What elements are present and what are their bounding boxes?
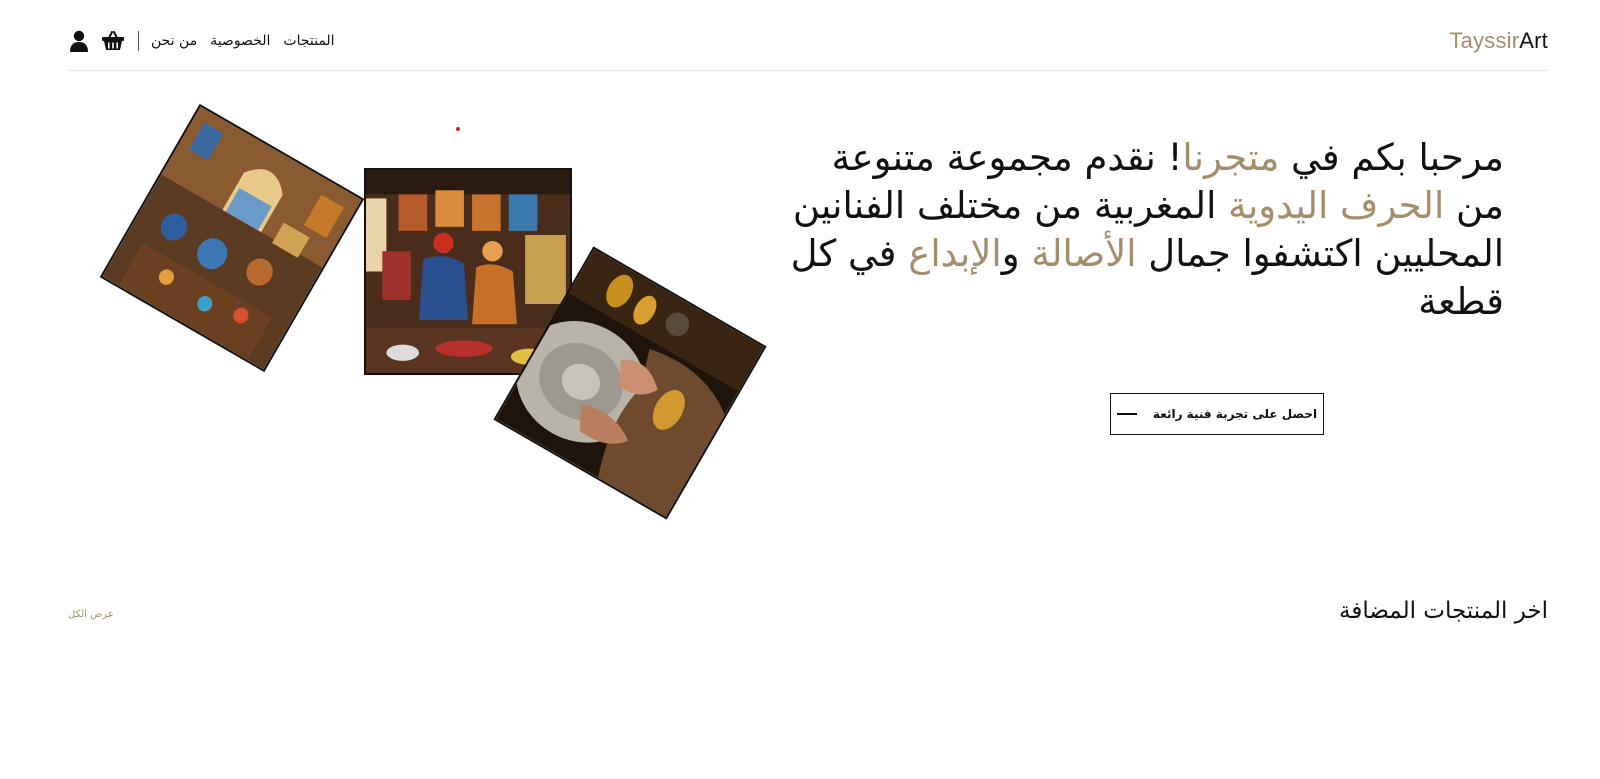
user-icon[interactable] <box>68 28 90 54</box>
view-all-link[interactable]: عرض الكل <box>68 609 114 620</box>
cart-icon[interactable] <box>102 28 124 54</box>
main-nav: المنتجات الخصوصية من نحن <box>151 33 335 49</box>
header-actions: المنتجات الخصوصية من نحن <box>68 24 335 58</box>
header-divider <box>138 31 139 51</box>
nav-item-products[interactable]: المنتجات <box>283 33 334 49</box>
hero-highlight-text: الأصالة <box>1031 232 1137 275</box>
site-header: المنتجات الخصوصية من نحن TayssirArt <box>68 0 1548 71</box>
hero-heading: مرحبا بكم في متجرنا! نقدم مجموعة متنوعة … <box>784 134 1504 326</box>
hero-highlight-text: الحرف اليدوية <box>1228 184 1445 227</box>
latest-products-title: اخر المنتجات المضافة <box>1339 598 1548 624</box>
hero-text: مرحبا بكم في <box>1279 136 1504 179</box>
cta-button-label: احصل على تجربة فنية رائعة <box>1152 407 1318 421</box>
hero-text: و <box>1001 232 1032 275</box>
cta-dash-icon <box>1116 413 1137 415</box>
nav-item-privacy[interactable]: الخصوصية <box>210 33 270 49</box>
logo-part-tayssir: Tayssir <box>1449 28 1520 53</box>
decorative-dot <box>456 127 460 131</box>
hero-highlight-text: متجرنا <box>1182 136 1280 179</box>
nav-item-about[interactable]: من نحن <box>151 33 197 49</box>
site-logo[interactable]: TayssirArt <box>1449 26 1548 56</box>
cta-button[interactable]: احصل على تجربة فنية رائعة <box>1110 393 1324 435</box>
hero-highlight-text: الإبداع <box>908 232 1002 275</box>
hero-image-artisans-workshop <box>99 103 365 373</box>
logo-part-art: Art <box>1519 28 1548 53</box>
